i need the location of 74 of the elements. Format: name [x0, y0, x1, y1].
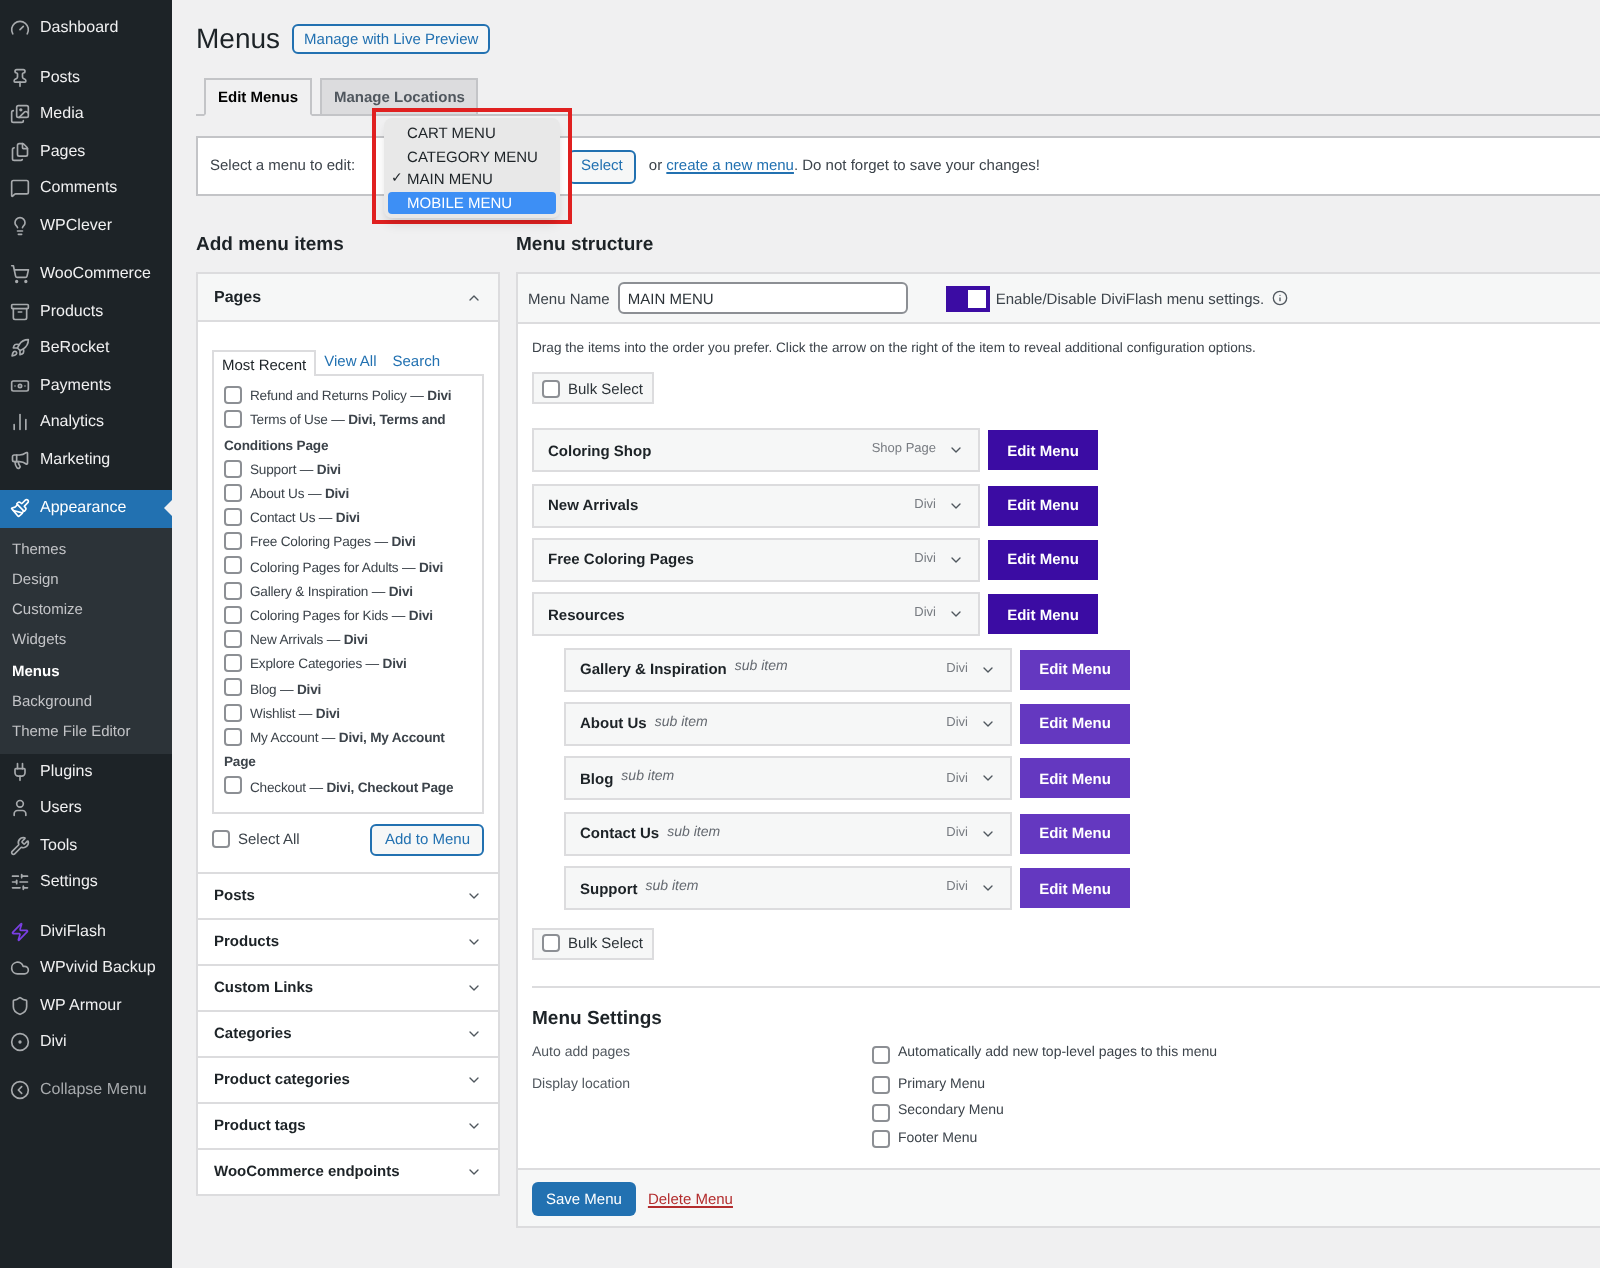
add-items-heading: Add menu items: [196, 232, 346, 260]
speech-bubble-icon: [10, 178, 30, 199]
wrench-icon: [10, 835, 30, 856]
checkbox[interactable]: [224, 483, 242, 502]
sidebar-item[interactable]: WPvivid Backup: [0, 950, 172, 988]
circle-icon: [10, 1032, 30, 1053]
menu-settings-heading: Menu Settings: [532, 1005, 664, 1034]
checkbox[interactable]: [224, 776, 242, 795]
bar-chart-icon: [10, 412, 30, 433]
checkbox[interactable]: [542, 934, 560, 953]
sidebar-item[interactable]: WPClever: [0, 207, 172, 244]
checkbox[interactable]: [224, 385, 242, 404]
gauge-icon: [10, 18, 30, 39]
checkbox[interactable]: [224, 703, 242, 722]
sidebar-item[interactable]: Pages: [0, 133, 172, 170]
plug-icon: [10, 761, 30, 782]
sidebar-item[interactable]: Analytics: [0, 404, 172, 441]
sidebar-item[interactable]: Users: [0, 790, 172, 828]
checkbox[interactable]: [224, 654, 242, 673]
checkbox[interactable]: [212, 830, 230, 849]
archive-icon: [10, 301, 30, 322]
settings-icon: [10, 872, 30, 893]
checkbox[interactable]: [224, 532, 242, 551]
checkbox[interactable]: [872, 1045, 890, 1064]
images-icon: [10, 104, 30, 125]
banknote-icon: [10, 375, 30, 396]
pin-icon: [10, 67, 30, 88]
megaphone-icon: [10, 449, 30, 470]
collapse-icon: [10, 1079, 30, 1100]
checkbox[interactable]: [224, 410, 242, 429]
sidebar-item[interactable]: Posts: [0, 59, 172, 96]
collapse-menu-button[interactable]: Collapse Menu: [0, 1073, 172, 1106]
sidebar-item[interactable]: BeRocket: [0, 330, 172, 367]
sidebar-item[interactable]: Media: [0, 96, 172, 133]
current-pointer-icon: [164, 500, 172, 516]
sidebar-item[interactable]: Products: [0, 293, 172, 330]
checkbox[interactable]: [224, 605, 242, 624]
checkbox[interactable]: [224, 727, 242, 746]
checkbox[interactable]: [872, 1130, 890, 1149]
sidebar-item[interactable]: Plugins: [0, 753, 172, 791]
checkbox[interactable]: [224, 678, 242, 697]
sidebar-item[interactable]: Dashboard: [0, 10, 172, 47]
sidebar-item[interactable]: Settings: [0, 864, 172, 902]
cart-icon: [10, 264, 30, 285]
sidebar-item[interactable]: WooCommerce: [0, 256, 172, 293]
user-icon: [10, 798, 30, 819]
checkbox[interactable]: [224, 629, 242, 648]
toggle-switch[interactable]: [945, 285, 990, 312]
page-title: Menus: [196, 20, 281, 58]
checkbox[interactable]: [872, 1103, 890, 1122]
sidebar-item[interactable]: Payments: [0, 367, 172, 404]
checkbox[interactable]: [224, 459, 242, 478]
lightbulb-icon: [10, 215, 30, 236]
info-icon[interactable]: [1272, 290, 1289, 307]
shield-icon: [10, 995, 30, 1016]
sidebar-item[interactable]: Tools: [0, 827, 172, 865]
sidebar-item[interactable]: Appearance: [0, 490, 172, 527]
accordion-header[interactable]: Pages: [198, 274, 498, 323]
pages-icon: [10, 141, 30, 162]
paintbrush-icon: [10, 498, 30, 519]
checkbox[interactable]: [224, 581, 242, 600]
sidebar-item[interactable]: Marketing: [0, 441, 172, 478]
sidebar-item[interactable]: Divi: [0, 1024, 172, 1062]
checkbox[interactable]: [872, 1076, 890, 1095]
sidebar-item[interactable]: Comments: [0, 170, 172, 207]
lightning-icon: [10, 921, 30, 942]
menu-structure-heading: Menu structure: [516, 232, 656, 260]
checkbox[interactable]: [542, 379, 560, 398]
sidebar-item[interactable]: DiviFlash: [0, 913, 172, 951]
checkbox[interactable]: [224, 556, 242, 575]
sidebar-item[interactable]: WP Armour: [0, 987, 172, 1025]
checkbox[interactable]: [224, 507, 242, 526]
rocket-icon: [10, 338, 30, 359]
cloud-icon: [10, 958, 30, 979]
